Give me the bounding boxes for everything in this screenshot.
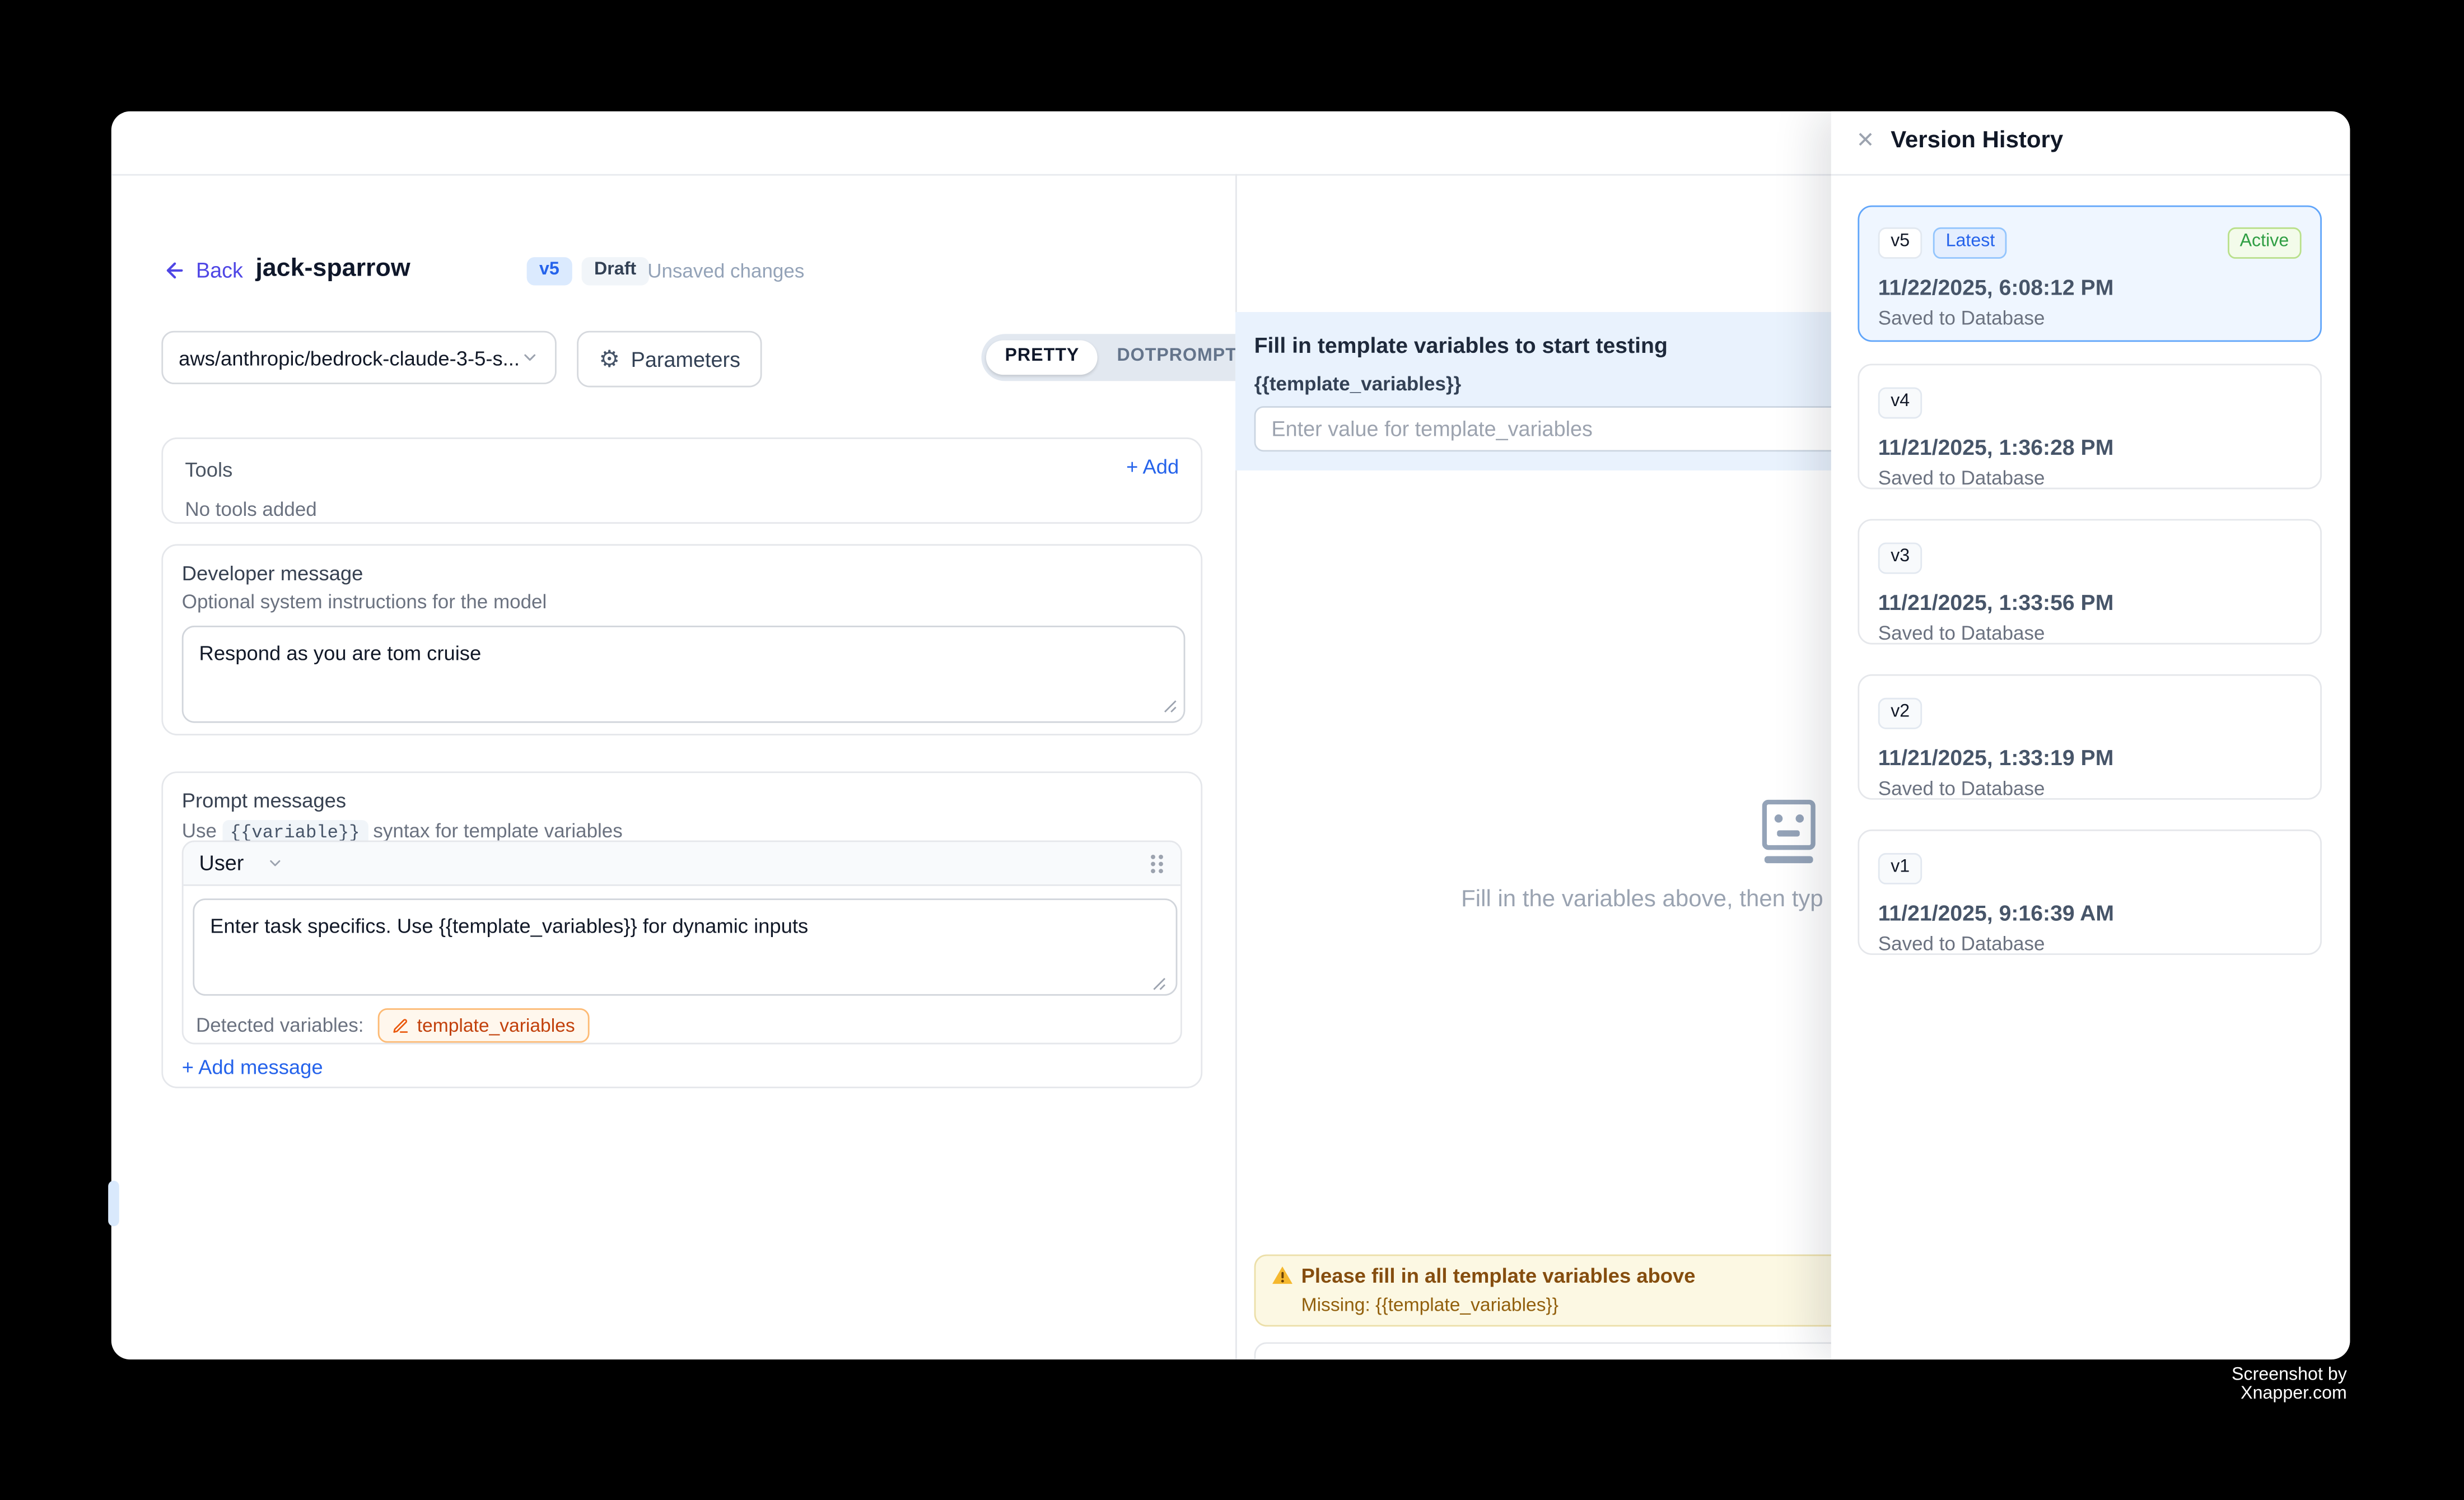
- version-history-title: Version History: [1891, 127, 2063, 154]
- back-label: Back: [196, 259, 243, 282]
- empty-state-hint: Fill in the variables above, then typ: [1461, 886, 1823, 913]
- version-chip: v5: [1878, 227, 1922, 258]
- version-status: Saved to Database: [1878, 467, 2302, 488]
- role-select[interactable]: User: [199, 851, 244, 875]
- draft-badge: Draft: [582, 257, 649, 285]
- toggle-pretty[interactable]: PRETTY: [986, 341, 1098, 374]
- version-chip: v2: [1878, 698, 1922, 729]
- version-card-v3[interactable]: v3 11/21/2025, 1:33:56 PM Saved to Datab…: [1858, 519, 2322, 645]
- developer-title: Developer message: [182, 561, 1182, 585]
- page-title: jack-sparrow: [255, 255, 410, 283]
- model-select[interactable]: aws/anthropic/bedrock-claude-3-5-s...: [161, 331, 556, 384]
- robot-face-icon: [1762, 800, 1817, 864]
- version-date: 11/21/2025, 1:33:19 PM: [1878, 744, 2302, 769]
- version-card-v5[interactable]: v5 Latest Active 11/22/2025, 6:08:12 PM …: [1858, 206, 2322, 342]
- tools-title: Tools: [185, 458, 232, 481]
- screenshot-stage: Back jack-sparrow v5 Draft Unsaved chang…: [0, 0, 2464, 1500]
- back-button[interactable]: Back: [163, 259, 243, 282]
- latest-badge: Latest: [1933, 227, 2007, 258]
- developer-message-card: Developer message Optional system instru…: [161, 544, 1202, 735]
- edit-pencil-icon: [392, 1017, 409, 1034]
- resize-grip-icon[interactable]: [1163, 700, 1177, 714]
- tools-empty-text: No tools added: [185, 499, 1179, 520]
- toggle-dotprompt[interactable]: DOTPROMPT: [1098, 341, 1256, 374]
- version-card-v1[interactable]: v1 11/21/2025, 9:16:39 AM Saved to Datab…: [1858, 830, 2322, 955]
- prompt-messages-card: Prompt messages Use {{variable}} syntax …: [161, 771, 1202, 1088]
- version-status: Saved to Database: [1878, 306, 2302, 328]
- edge-handle[interactable]: [108, 1181, 119, 1226]
- message-block: User Enter task specifics. Use {{templat…: [182, 841, 1182, 1045]
- version-card-v4[interactable]: v4 11/21/2025, 1:36:28 PM Saved to Datab…: [1858, 364, 2322, 489]
- close-icon[interactable]: ✕: [1856, 129, 1875, 154]
- syntax-prefix: Use: [182, 820, 217, 842]
- view-mode-toggle: PRETTY DOTPROMPT: [981, 334, 1260, 381]
- chevron-down-icon: [266, 855, 283, 872]
- parameters-label: Parameters: [631, 347, 740, 371]
- model-select-value: aws/anthropic/bedrock-claude-3-5-s...: [179, 346, 520, 369]
- version-badge: v5: [527, 257, 572, 285]
- arrow-left-icon: [163, 259, 186, 282]
- active-badge: Active: [2227, 227, 2301, 258]
- version-card-v2[interactable]: v2 11/21/2025, 1:33:19 PM Saved to Datab…: [1858, 674, 2322, 800]
- warning-title: Please fill in all template variables ab…: [1301, 1264, 1696, 1287]
- version-chip: v3: [1878, 543, 1922, 574]
- version-chip: v4: [1878, 387, 1922, 418]
- version-date: 11/21/2025, 1:36:28 PM: [1878, 434, 2302, 459]
- version-date: 11/21/2025, 9:16:39 AM: [1878, 900, 2302, 925]
- version-status: Saved to Database: [1878, 777, 2302, 799]
- add-tool-button[interactable]: + Add: [1126, 455, 1179, 478]
- version-chip: v1: [1878, 853, 1922, 884]
- add-message-button[interactable]: + Add message: [182, 1055, 323, 1079]
- message-role-bar: User: [184, 842, 1180, 886]
- parameters-button[interactable]: ⚙ Parameters: [577, 331, 762, 388]
- drag-handle-icon[interactable]: [1149, 853, 1165, 874]
- developer-subtitle: Optional system instructions for the mod…: [182, 591, 1182, 613]
- syntax-suffix: syntax for template variables: [373, 820, 622, 842]
- prompt-title: Prompt messages: [182, 789, 1182, 812]
- resize-grip-icon[interactable]: [1152, 977, 1166, 991]
- unsaved-changes-label: Unsaved changes: [647, 260, 804, 282]
- watermark-credit: Screenshot by Xnapper.com: [2170, 1366, 2347, 1403]
- app-window: Back jack-sparrow v5 Draft Unsaved chang…: [111, 111, 2350, 1359]
- version-date: 11/22/2025, 6:08:12 PM: [1878, 274, 2302, 299]
- user-message-textarea[interactable]: Enter task specifics. Use {{template_var…: [193, 898, 1177, 996]
- tools-card: Tools + Add No tools added: [161, 437, 1202, 524]
- detected-variables-label: Detected variables:: [196, 1014, 364, 1036]
- developer-message-textarea[interactable]: Respond as you are tom cruise: [182, 626, 1186, 723]
- version-history-panel: ✕ Version History v5 Latest Active 11/22…: [1831, 111, 2350, 1359]
- detected-variable-name: template_variables: [417, 1014, 575, 1036]
- version-history-divider: [1831, 174, 2350, 176]
- chevron-down-icon: [520, 348, 539, 367]
- template-variable-label: {{template_variables}}: [1254, 373, 1462, 395]
- detected-variables-row: Detected variables: template_variables: [196, 1008, 589, 1043]
- detected-variable-chip[interactable]: template_variables: [378, 1008, 589, 1043]
- gear-icon: ⚙: [599, 347, 620, 371]
- template-variables-title: Fill in template variables to start test…: [1254, 332, 1668, 357]
- version-status: Saved to Database: [1878, 622, 2302, 644]
- warning-missing: Missing: {{template_variables}}: [1301, 1294, 1558, 1316]
- version-date: 11/21/2025, 1:33:56 PM: [1878, 589, 2302, 614]
- version-status: Saved to Database: [1878, 932, 2302, 954]
- warning-triangle-icon: [1271, 1265, 1293, 1285]
